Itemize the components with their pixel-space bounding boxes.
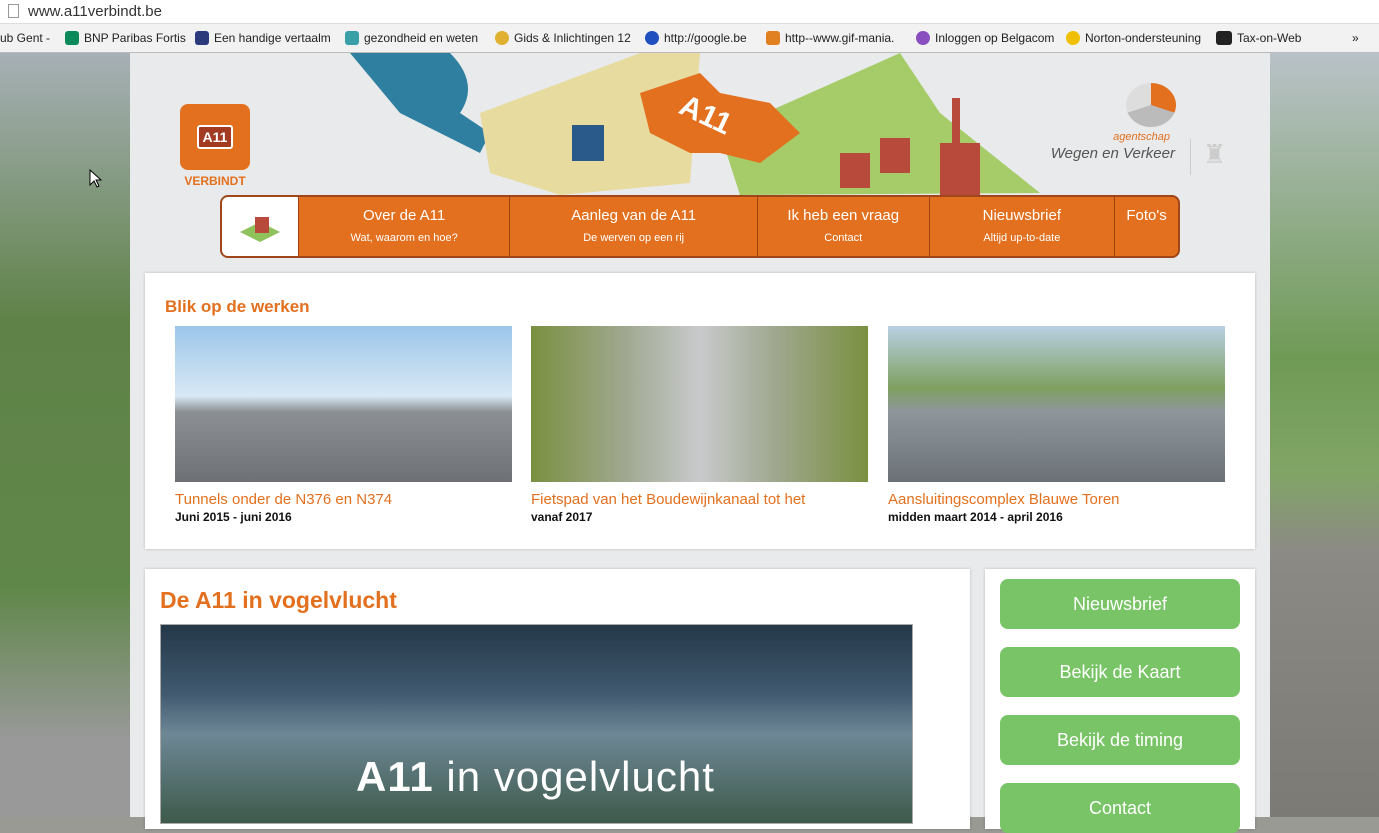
bookmark[interactable]: ub Gent - [0, 31, 50, 45]
a11-logo[interactable]: A11 [180, 104, 250, 170]
video-player[interactable]: A11 in vogelvlucht [160, 624, 913, 824]
work-image[interactable] [531, 326, 868, 482]
bookmark-label: BNP Paribas Fortis [84, 31, 186, 45]
address-bar[interactable]: www.a11verbindt.be [0, 0, 1379, 24]
work-caption[interactable]: Fietspad van het Boudewijnkanaal tot het [531, 491, 868, 508]
bookmark-icon [766, 31, 780, 45]
works-panel: Blik op de werken Tunnels onder de N376 … [145, 273, 1255, 549]
bookmarks-bar: ub Gent - BNP Paribas Fortis Een handige… [0, 24, 1379, 53]
bookmark-icon [1066, 31, 1080, 45]
nav-title: Ik heb een vraag [787, 207, 900, 224]
work-date: Juni 2015 - juni 2016 [175, 510, 292, 524]
url-text: www.a11verbindt.be [28, 3, 162, 20]
work-caption[interactable]: Tunnels onder de N376 en N374 [175, 491, 512, 508]
nav-sub: Contact [824, 232, 863, 244]
bookmark-label: Gids & Inlichtingen 12 [514, 31, 631, 45]
nav-item-vraag[interactable]: Ik heb een vraag Contact [756, 197, 929, 256]
home-button[interactable] [222, 197, 298, 256]
bookmark[interactable]: Tax-on-Web [1216, 31, 1301, 45]
bookmark-icon [645, 31, 659, 45]
bookmarks-overflow-button[interactable]: » [1352, 31, 1359, 45]
bookmark[interactable]: Norton-ondersteuning [1066, 31, 1201, 45]
agency-name: Wegen en Verkeer [1050, 145, 1175, 162]
bookmark-icon [495, 31, 509, 45]
kaart-button[interactable]: Bekijk de Kaart [1000, 647, 1240, 697]
logo-text: A11 [196, 125, 234, 149]
work-card[interactable]: Aansluitingscomplex Blauwe Toren midden … [888, 326, 1225, 524]
nav-sub: Altijd up-to-date [983, 232, 1061, 244]
bookmark-label: Norton-ondersteuning [1085, 31, 1202, 45]
work-card[interactable]: Tunnels onder de N376 en N374 Juni 2015 … [175, 326, 512, 524]
nav-sub: De werven op een rij [583, 232, 685, 244]
bookmark-icon [65, 31, 79, 45]
logo-subtitle: VERBINDT [184, 174, 246, 188]
nav-item-fotos[interactable]: Foto's [1114, 197, 1178, 256]
nav-item-aanleg[interactable]: Aanleg van de A11 De werven op een rij [509, 197, 756, 256]
nav-title: Over de A11 [362, 207, 446, 224]
bookmark[interactable]: Inloggen op Belgacom [916, 31, 1054, 45]
nav-sub: Wat, waarom en hoe? [350, 232, 458, 244]
bookmark-icon [916, 31, 930, 45]
work-date: midden maart 2014 - april 2016 [888, 510, 1063, 524]
work-caption[interactable]: Aansluitingscomplex Blauwe Toren [888, 491, 1225, 508]
overflow-icon: » [1352, 31, 1359, 45]
nav-item-nieuwsbrief[interactable]: Nieuwsbrief Altijd up-to-date [928, 197, 1115, 256]
bookmark[interactable]: Gids & Inlichtingen 12 [495, 31, 631, 45]
work-date: vanaf 2017 [531, 510, 593, 524]
page-icon [8, 4, 19, 18]
bookmark-icon [195, 31, 209, 45]
works-title: Blik op de werken [165, 297, 310, 316]
overview-title: De A11 in vogelvlucht [160, 587, 397, 613]
agency-small: agentschap [1113, 131, 1170, 143]
work-image[interactable] [888, 326, 1225, 482]
mouse-cursor-icon [89, 169, 103, 188]
flemish-lion-icon: ♜ [1190, 139, 1238, 175]
overview-panel: De A11 in vogelvlucht A11 in vogelvlucht [145, 569, 970, 829]
bookmark-label: http--www.gif-mania. [785, 31, 895, 45]
contact-button[interactable]: Contact [1000, 783, 1240, 833]
header-illustration: A11 [350, 53, 1040, 195]
sidebar-panel: Nieuwsbrief Bekijk de Kaart Bekijk de ti… [985, 569, 1255, 833]
bookmark[interactable]: gezondheid en weten [345, 31, 478, 45]
nav-item-over[interactable]: Over de A11 Wat, waarom en hoe? [297, 197, 510, 256]
nieuwsbrief-button[interactable]: Nieuwsbrief [1000, 579, 1240, 629]
bookmark[interactable]: http--www.gif-mania. [766, 31, 894, 45]
wegen-en-verkeer-logo: agentschap Wegen en Verkeer ♜ [1050, 83, 1240, 193]
nav-title: Nieuwsbrief [982, 207, 1062, 224]
home-house-icon [239, 216, 280, 242]
work-card[interactable]: Fietspad van het Boudewijnkanaal tot het… [531, 326, 868, 524]
bookmark-label: Inloggen op Belgacom [935, 31, 1055, 45]
timing-button[interactable]: Bekijk de timing [1000, 715, 1240, 765]
bookmark-label: gezondheid en weten [364, 31, 479, 45]
bookmark[interactable]: BNP Paribas Fortis [65, 31, 186, 45]
bookmark-label: Een handige vertaalm [214, 31, 331, 45]
work-image[interactable] [175, 326, 512, 482]
bookmark[interactable]: http://google.be [645, 31, 747, 45]
bookmark-label: Tax-on-Web [1237, 31, 1302, 45]
page-container: A11 VERBINDT A11 agentschap Wegen en Ver… [130, 53, 1270, 833]
video-title: A11 in vogelvlucht [356, 753, 715, 800]
nav-title: Foto's [1126, 207, 1167, 224]
bookmark-icon [345, 31, 359, 45]
main-nav: Over de A11 Wat, waarom en hoe? Aanleg va… [220, 195, 1180, 258]
nav-title: Aanleg van de A11 [571, 207, 697, 224]
bookmark-label: ub Gent - [0, 31, 51, 45]
bookmark-icon [1216, 31, 1232, 45]
bookmark[interactable]: Een handige vertaalm [195, 31, 331, 45]
bookmark-label: http://google.be [664, 31, 747, 45]
